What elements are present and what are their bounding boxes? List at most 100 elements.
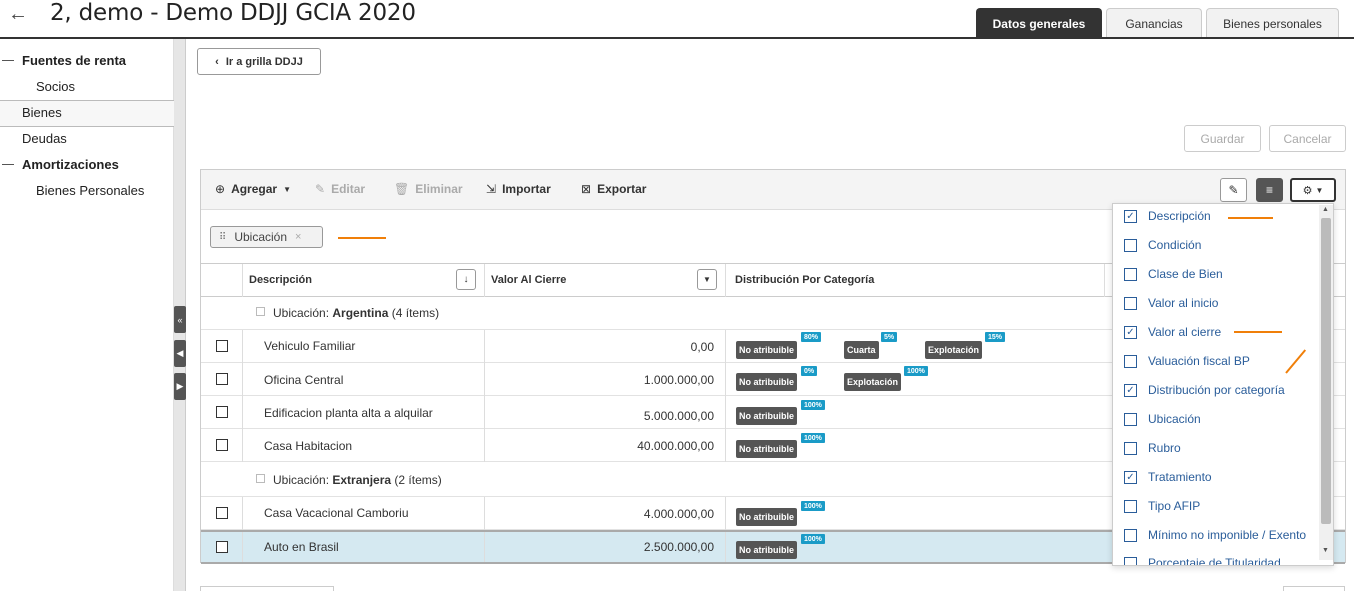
column-option-tratamiento[interactable]: ✓ Tratamiento (1124, 470, 1212, 484)
column-option-label: Tratamiento (1148, 470, 1212, 484)
checkbox-checked-icon[interactable]: ✓ (1124, 209, 1137, 223)
sidebar-item-deudas[interactable]: Deudas (22, 131, 67, 146)
cell-description: Auto en Brasil (264, 540, 339, 554)
column-option-label: Distribución por categoría (1148, 383, 1285, 397)
caret-down-icon[interactable]: ▼ (697, 269, 717, 290)
column-header-distribution[interactable]: Distribución Por Categoría (735, 274, 874, 286)
column-option-clase-de-bien[interactable]: Clase de Bien (1124, 267, 1223, 281)
checkbox-icon[interactable] (1124, 296, 1137, 310)
sort-icon[interactable]: ↓ (456, 269, 476, 290)
sidebar-item-amortizaciones[interactable]: Amortizaciones (22, 157, 119, 172)
column-option-descripcion[interactable]: ✓ Descripción (1124, 209, 1211, 223)
row-checkbox[interactable] (216, 373, 228, 385)
row-checkbox[interactable] (216, 507, 228, 519)
column-divider (484, 363, 485, 396)
checkbox-icon[interactable] (1124, 499, 1137, 513)
sidebar-item-bienes-personales[interactable]: Bienes Personales (36, 183, 144, 198)
close-icon[interactable]: × (295, 231, 301, 243)
checkbox-icon[interactable] (1124, 238, 1137, 252)
checkbox-icon[interactable] (1124, 354, 1137, 368)
back-to-grid-label: Ir a grilla DDJJ (225, 55, 303, 68)
row-checkbox[interactable] (216, 541, 228, 553)
tab-bienes-personales[interactable]: Bienes personales (1206, 8, 1339, 38)
annotation-arrow (338, 237, 386, 239)
pencil-icon: ✎ (1228, 183, 1239, 197)
collapse-icon[interactable] (256, 307, 265, 316)
back-arrow-icon[interactable]: ← (8, 3, 28, 26)
pager[interactable] (200, 586, 334, 591)
checkbox-checked-icon[interactable]: ✓ (1124, 383, 1137, 397)
checkbox-icon[interactable] (1124, 441, 1137, 455)
column-option-valor-al-cierre[interactable]: ✓ Valor al cierre (1124, 325, 1221, 339)
import-button[interactable]: ⇲ Importar (486, 182, 551, 196)
row-checkbox[interactable] (216, 439, 228, 451)
column-option-minimo-no-imponible[interactable]: Mínimo no imponible / Exento (1124, 528, 1306, 542)
scroll-up-icon[interactable]: ▲ (1322, 206, 1329, 213)
cancel-button[interactable]: Cancelar (1269, 125, 1346, 152)
column-option-label: Rubro (1148, 441, 1181, 455)
sidebar-item-fuentes-de-renta[interactable]: Fuentes de renta (22, 53, 126, 68)
tab-ganancias[interactable]: Ganancias (1106, 8, 1202, 38)
list-view-button[interactable]: ≡ (1256, 178, 1283, 202)
caret-down-icon: ▼ (283, 184, 291, 194)
edit-view-button[interactable]: ✎ (1220, 178, 1247, 202)
checkbox-checked-icon[interactable]: ✓ (1124, 470, 1137, 484)
column-option-label: Condición (1148, 238, 1202, 252)
column-option-ubicacion[interactable]: Ubicación (1124, 412, 1201, 426)
add-button[interactable]: ⊕ Agregar ▼ (215, 182, 291, 196)
sidebar-item-socios[interactable]: Socios (36, 79, 75, 94)
category-tag: No atribuible (736, 341, 798, 359)
column-header-value[interactable]: Valor Al Cierre (491, 274, 566, 286)
tab-datos-generales[interactable]: Datos generales (976, 8, 1102, 38)
column-option-label: Porcentaje de Titularidad (1148, 556, 1281, 566)
checkbox-icon[interactable] (1124, 556, 1137, 565)
expand-right-icon[interactable]: ▶ (174, 373, 186, 400)
collapse-dash-icon[interactable] (2, 60, 14, 61)
column-option-condicion[interactable]: Condición (1124, 238, 1201, 252)
checkbox-icon[interactable] (1124, 528, 1137, 542)
import-label: Importar (502, 182, 551, 196)
scrollbar-thumb[interactable] (1321, 218, 1331, 524)
annotation-arrow (1228, 217, 1273, 219)
checkbox-icon[interactable] (1124, 267, 1137, 281)
export-button[interactable]: ⊠ Exportar (581, 182, 646, 196)
column-option-valor-al-inicio[interactable]: Valor al inicio (1124, 296, 1218, 310)
collapse-all-icon[interactable]: « (174, 306, 186, 333)
collapse-dash-icon[interactable] (2, 164, 14, 165)
save-button[interactable]: Guardar (1184, 125, 1261, 152)
column-option-porcentaje-titularidad[interactable]: Porcentaje de Titularidad (1124, 556, 1281, 566)
group-label: Ubicación: Extranjera (2 ítems) (273, 473, 442, 487)
row-checkbox[interactable] (216, 406, 228, 418)
checkbox-icon[interactable] (1124, 412, 1137, 426)
column-divider (242, 363, 243, 396)
cell-value: 5.000.000,00 (643, 409, 714, 423)
cell-value: 1.000.000,00 (643, 373, 714, 387)
drag-handle-icon[interactable]: ⠿ (219, 232, 226, 243)
collapse-icon[interactable] (256, 474, 265, 483)
column-option-label: Descripción (1148, 209, 1211, 223)
category-percent: 15% (985, 332, 1006, 342)
delete-button[interactable]: 🗑 Eliminar (394, 182, 463, 196)
column-option-tipo-afip[interactable]: Tipo AFIP (1124, 499, 1200, 513)
row-checkbox[interactable] (216, 340, 228, 352)
column-divider (725, 429, 726, 462)
sidebar-item-bienes[interactable]: Bienes (22, 105, 62, 120)
category-percent: 100% (801, 501, 825, 511)
scroll-down-icon[interactable]: ▼ (1322, 547, 1329, 554)
group-by-chip[interactable]: ⠿ Ubicación × (210, 226, 323, 248)
back-to-grid-button[interactable]: ‹ Ir a grilla DDJJ (197, 48, 321, 75)
column-header-description[interactable]: Descripción (249, 274, 312, 286)
page-size-select[interactable] (1283, 586, 1345, 591)
collapse-left-icon[interactable]: ◀ (174, 340, 186, 367)
column-divider (725, 396, 726, 429)
column-option-rubro[interactable]: Rubro (1124, 441, 1181, 455)
column-option-valuacion-fiscal-bp[interactable]: Valuación fiscal BP (1124, 354, 1250, 368)
group-chip-label: Ubicación (234, 230, 288, 244)
list-icon: ≡ (1265, 183, 1273, 197)
category-percent: 100% (801, 433, 825, 443)
edit-button[interactable]: ✎ Editar (315, 182, 365, 196)
checkbox-checked-icon[interactable]: ✓ (1124, 325, 1137, 339)
column-settings-button[interactable]: ⚙ ▼ (1290, 178, 1336, 202)
category-tag: No atribuible (736, 440, 798, 458)
column-option-distribucion[interactable]: ✓ Distribución por categoría (1124, 383, 1285, 397)
